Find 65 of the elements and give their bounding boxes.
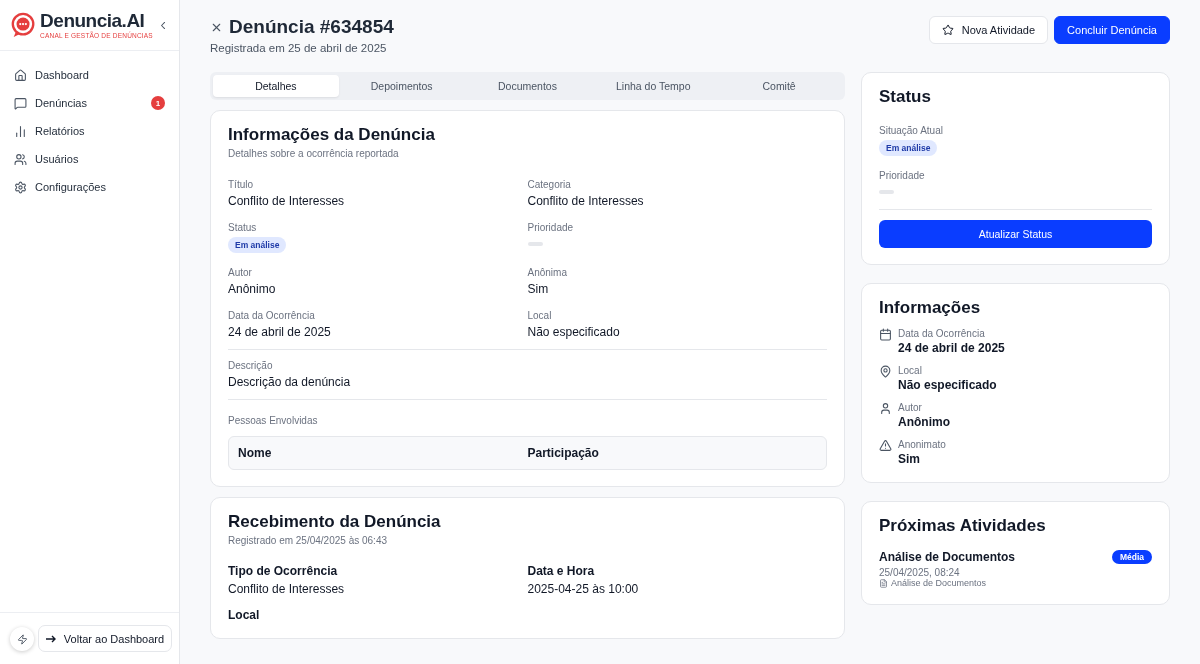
status-badge: Em análise [879, 140, 938, 156]
nav-item[interactable]: Dashboard [14, 65, 165, 85]
field-label: Anônima [527, 267, 568, 278]
field-value: 2025-04-25 às 10:00 [527, 582, 640, 596]
field-label: Autor [898, 402, 923, 413]
field-value: Conflito de Interesses [228, 582, 346, 596]
card-title: Status [879, 87, 932, 107]
field-value: Não especificado [527, 325, 621, 339]
field-label: Local [527, 310, 553, 321]
field-label: Título [228, 179, 254, 190]
tab[interactable]: Linha do Tempo [590, 75, 717, 97]
tab[interactable]: Comitê [716, 75, 842, 97]
nav-item[interactable]: Usuários [14, 149, 165, 169]
field-value: 24 de abril de 2025 [898, 341, 1005, 355]
field-label: Local [898, 365, 923, 376]
field-label: Status [228, 222, 258, 233]
field-value: Sim [527, 282, 550, 296]
field-value: Não especificado [898, 378, 997, 392]
field-value: Sim [898, 452, 921, 466]
back-to-dashboard-button[interactable]: Voltar ao Dashboard [38, 625, 172, 652]
field-label: Data e Hora [527, 564, 596, 578]
field-value: Conflito de Interesses [228, 194, 346, 208]
tab[interactable]: Detalhes [213, 75, 339, 97]
tab[interactable]: Depoimentos [338, 75, 465, 97]
field-label: Situação Atual [879, 125, 944, 136]
activity-title: Análise de Documentos [879, 550, 1016, 564]
nav-item[interactable]: Configurações [14, 177, 165, 197]
field-value: 24 de abril de 2025 [228, 325, 332, 339]
outline-button[interactable]: Nova Atividade [928, 16, 1049, 44]
card-title: Informações da Denúncia [228, 125, 436, 145]
card-title: Recebimento da Denúncia [228, 512, 442, 532]
status-badge: Em análise [228, 237, 287, 253]
field-label: Data da Ocorrência [228, 310, 316, 321]
column-header: Participação [527, 446, 600, 460]
logo-name: Denuncia.AI [40, 11, 146, 30]
nav-item[interactable]: Denúncias 1 [14, 93, 165, 113]
page-subtitle: Registrada em 25 de abril de 2025 [210, 42, 388, 54]
card-subtitle: Detalhes sobre a ocorrência reportada [228, 148, 400, 159]
field-label: Prioridade [527, 222, 575, 233]
priority-badge: Média [1111, 550, 1152, 564]
field-label: Descrição [228, 360, 274, 371]
section-label: Pessoas Envolvidas [228, 415, 318, 426]
field-label: Categoria [527, 179, 572, 190]
count-badge: 1 [151, 96, 165, 110]
card-title: Informações [879, 298, 982, 318]
column-header: Nome [238, 446, 273, 460]
field-label: Autor [228, 267, 253, 278]
activity-date: 25/04/2025, 08:24 [879, 567, 961, 578]
page-title: Denúncia #634854 [229, 16, 394, 38]
field-value: Anônimo [228, 282, 277, 296]
card-subtitle: Registrado em 25/04/2025 às 06:43 [228, 535, 388, 546]
field-label: Anonimato [898, 439, 946, 450]
tab[interactable]: Documentos [464, 75, 591, 97]
field-label: Prioridade [879, 170, 926, 181]
primary-button[interactable]: Concluir Denúncia [1054, 16, 1170, 44]
field-label: Local [228, 608, 261, 622]
activity-document: Análise de Documentos [891, 578, 987, 588]
field-label: Data da Ocorrência [898, 328, 986, 339]
field-value: Conflito de Interesses [527, 194, 645, 208]
nav-item[interactable]: Relatórios [14, 121, 165, 141]
field-label: Tipo de Ocorrência [228, 564, 339, 578]
field-value: Descrição da denúncia [228, 375, 352, 389]
update-status-button[interactable]: Atualizar Status [879, 220, 1152, 248]
field-value: Anônimo [898, 415, 950, 429]
card-title: Próximas Atividades [879, 516, 1047, 536]
